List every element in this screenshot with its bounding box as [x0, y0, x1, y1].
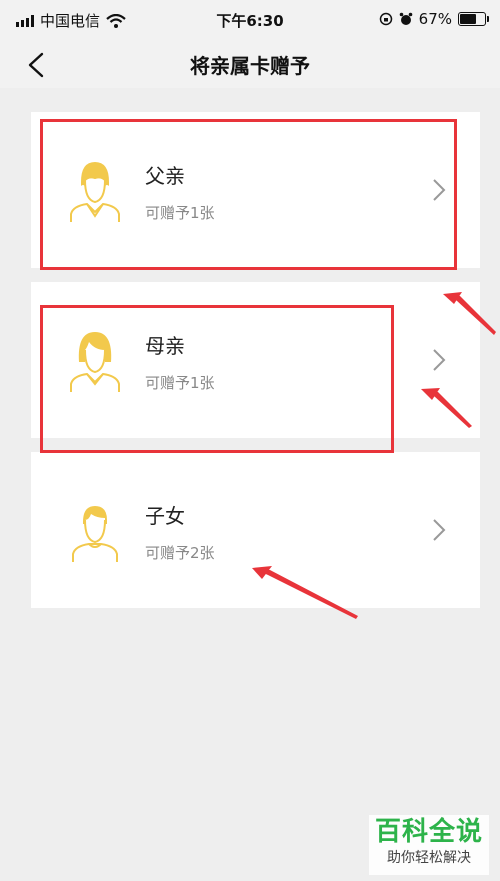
watermark: 百科全说 助你轻松解决 [369, 815, 489, 875]
chevron-right-icon [433, 349, 446, 371]
highlight-box-mother [40, 305, 394, 453]
nav-bar: 将亲属卡赠予 [0, 40, 500, 88]
card-count: 可赠予2张 [145, 544, 215, 562]
page-title: 将亲属卡赠予 [190, 54, 310, 78]
lock-rotation-icon [379, 12, 392, 26]
battery-percent: 67% [418, 10, 452, 28]
card-name: 子女 [145, 504, 185, 528]
battery-icon [458, 12, 489, 26]
alarm-icon [399, 12, 412, 25]
watermark-title: 百科全说 [374, 817, 483, 847]
avatar-child-icon [72, 506, 118, 562]
status-right: 67% [379, 10, 489, 28]
highlight-box-father [40, 119, 457, 270]
status-bar: 中国电信 下午6:30 67% [0, 0, 500, 40]
watermark-subtitle: 助你轻松解决 [387, 850, 471, 866]
card-children[interactable]: 子女 可赠予2张 [31, 452, 480, 608]
chevron-right-icon [433, 519, 446, 541]
